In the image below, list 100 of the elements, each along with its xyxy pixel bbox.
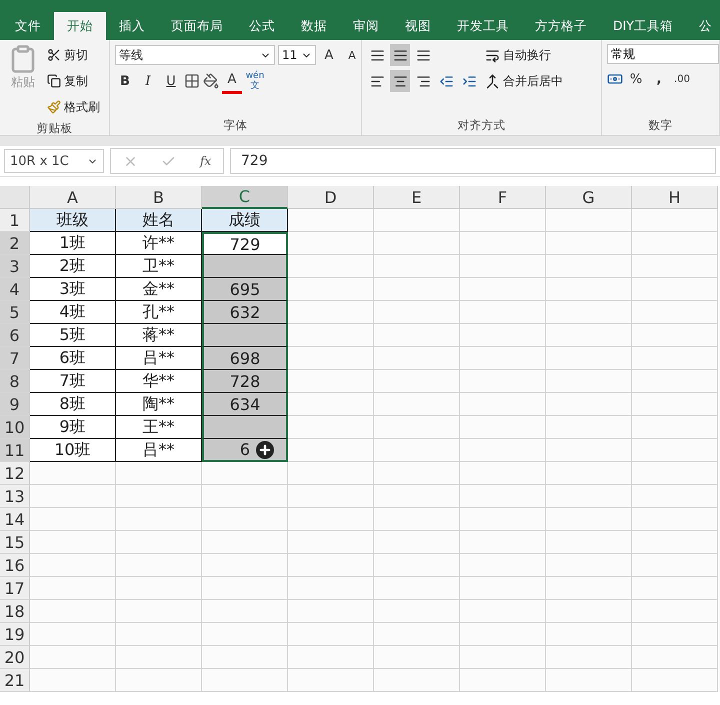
row-header[interactable]: 3 bbox=[0, 255, 30, 278]
row-header[interactable]: 19 bbox=[0, 623, 30, 646]
font-name-field[interactable]: 等线 bbox=[115, 45, 275, 65]
table-cell: 卫** bbox=[116, 255, 202, 278]
row-header[interactable]: 14 bbox=[0, 508, 30, 531]
table-cell: 成绩 bbox=[202, 209, 288, 232]
group-label: 字体 bbox=[222, 117, 248, 134]
ribbon-tab[interactable]: 公 bbox=[686, 12, 720, 40]
ribbon-tab[interactable]: 审阅 bbox=[340, 12, 392, 40]
table-cell: 695 bbox=[202, 278, 288, 301]
shrink-font-button[interactable]: A bbox=[342, 44, 362, 66]
italic-button[interactable]: I bbox=[138, 70, 158, 92]
table-cell: 6 bbox=[202, 439, 288, 462]
table-cell: 5班 bbox=[30, 324, 116, 347]
row-header[interactable]: 13 bbox=[0, 485, 30, 508]
row-header[interactable]: 17 bbox=[0, 577, 30, 600]
ribbon-tab[interactable]: 公式 bbox=[236, 12, 288, 40]
ribbon-tab[interactable]: 页面布局 bbox=[158, 12, 236, 40]
table-cell: 632 bbox=[202, 301, 288, 324]
column-header[interactable]: C bbox=[202, 186, 288, 209]
row-header[interactable]: 20 bbox=[0, 646, 30, 669]
bold-button[interactable]: B bbox=[115, 70, 135, 92]
column-header[interactable]: B bbox=[116, 186, 202, 209]
group-label: 数字 bbox=[648, 117, 674, 134]
wrap-text-button[interactable]: 自动换行 bbox=[485, 44, 563, 66]
copy-button[interactable]: 复制 bbox=[47, 70, 100, 92]
cut-button[interactable]: 剪切 bbox=[47, 44, 100, 66]
table-cell: 陶** bbox=[116, 393, 202, 416]
align-middle-icon[interactable] bbox=[390, 44, 410, 66]
group-label: 剪贴板 bbox=[36, 120, 74, 137]
column-header[interactable]: H bbox=[632, 186, 718, 209]
table-cell: 吕** bbox=[116, 439, 202, 462]
underline-button[interactable]: U bbox=[161, 70, 181, 92]
table-cell: 728 bbox=[202, 370, 288, 393]
phonetic-button[interactable]: wén 文 bbox=[245, 70, 265, 92]
row-header[interactable]: 5 bbox=[0, 301, 30, 324]
row-header[interactable]: 6 bbox=[0, 324, 30, 347]
move-cursor-icon bbox=[256, 441, 274, 459]
table-cell: 8班 bbox=[30, 393, 116, 416]
row-header[interactable]: 15 bbox=[0, 531, 30, 554]
formula-input[interactable]: 729 bbox=[230, 148, 716, 174]
ribbon-tab[interactable]: 文件 bbox=[2, 12, 54, 40]
paint-bucket-icon[interactable] bbox=[203, 73, 219, 89]
ribbon-tab[interactable]: 视图 bbox=[392, 12, 444, 40]
row-header[interactable]: 12 bbox=[0, 462, 30, 485]
table-cell: 4班 bbox=[30, 301, 116, 324]
align-center-icon[interactable] bbox=[390, 70, 410, 92]
ribbon-tab[interactable]: 方方格子 bbox=[522, 12, 600, 40]
table-cell: 华** bbox=[116, 370, 202, 393]
percent-button[interactable]: % bbox=[626, 68, 646, 90]
merge-icon bbox=[485, 74, 500, 88]
insert-function-button[interactable]: fx bbox=[200, 154, 212, 168]
ribbon-tab[interactable]: 开始 bbox=[54, 12, 106, 40]
table-cell: 10班 bbox=[30, 439, 116, 462]
table-cell: 6班 bbox=[30, 347, 116, 370]
decimal-button[interactable]: .00 bbox=[672, 68, 692, 90]
row-header[interactable]: 7 bbox=[0, 347, 30, 370]
row-header[interactable]: 18 bbox=[0, 600, 30, 623]
column-header[interactable]: D bbox=[288, 186, 374, 209]
ribbon-tab[interactable]: 开发工具 bbox=[444, 12, 522, 40]
table-cell: 1班 bbox=[30, 232, 116, 255]
table-cell: 3班 bbox=[30, 278, 116, 301]
row-header[interactable]: 8 bbox=[0, 370, 30, 393]
name-box[interactable]: 10R x 1C bbox=[4, 149, 104, 173]
number-format-field[interactable]: 常规 bbox=[607, 44, 719, 64]
row-header[interactable]: 4 bbox=[0, 278, 30, 301]
column-header[interactable]: E bbox=[374, 186, 460, 209]
row-header[interactable]: 11 bbox=[0, 439, 30, 462]
table-cell: 吕** bbox=[116, 347, 202, 370]
paintbrush-icon bbox=[47, 100, 61, 114]
table-cell: 634 bbox=[202, 393, 288, 416]
table-cell: 孔** bbox=[116, 301, 202, 324]
font-color-button[interactable]: A bbox=[222, 68, 242, 94]
table-cell: 金** bbox=[116, 278, 202, 301]
table-cell: 698 bbox=[202, 347, 288, 370]
table-cell: 蒋** bbox=[116, 324, 202, 347]
table-cell: 姓名 bbox=[116, 209, 202, 232]
merge-center-button[interactable]: 合并后居中 bbox=[485, 70, 563, 92]
row-header[interactable]: 21 bbox=[0, 669, 30, 692]
format-painter-button[interactable]: 格式刷 bbox=[47, 96, 100, 118]
wrap-text-icon bbox=[485, 48, 500, 62]
grow-font-button[interactable]: A bbox=[319, 44, 339, 66]
borders-icon[interactable] bbox=[184, 73, 200, 89]
row-header[interactable]: 10 bbox=[0, 416, 30, 439]
column-header[interactable]: G bbox=[546, 186, 632, 209]
ribbon-tab[interactable]: 插入 bbox=[106, 12, 158, 40]
column-header[interactable]: A bbox=[30, 186, 116, 209]
row-header[interactable]: 2 bbox=[0, 232, 30, 255]
table-cell: 7班 bbox=[30, 370, 116, 393]
column-header[interactable]: F bbox=[460, 186, 546, 209]
table-cell: 9班 bbox=[30, 416, 116, 439]
ribbon-tab[interactable]: 数据 bbox=[288, 12, 340, 40]
comma-button[interactable]: , bbox=[649, 68, 669, 90]
row-header[interactable]: 9 bbox=[0, 393, 30, 416]
table-cell: 729 bbox=[202, 232, 288, 255]
ribbon-tab[interactable]: DIY工具箱 bbox=[600, 12, 686, 40]
table-cell: 王** bbox=[116, 416, 202, 439]
row-header[interactable]: 1 bbox=[0, 209, 30, 232]
row-header[interactable]: 16 bbox=[0, 554, 30, 577]
font-size-field[interactable]: 11 bbox=[278, 45, 316, 65]
